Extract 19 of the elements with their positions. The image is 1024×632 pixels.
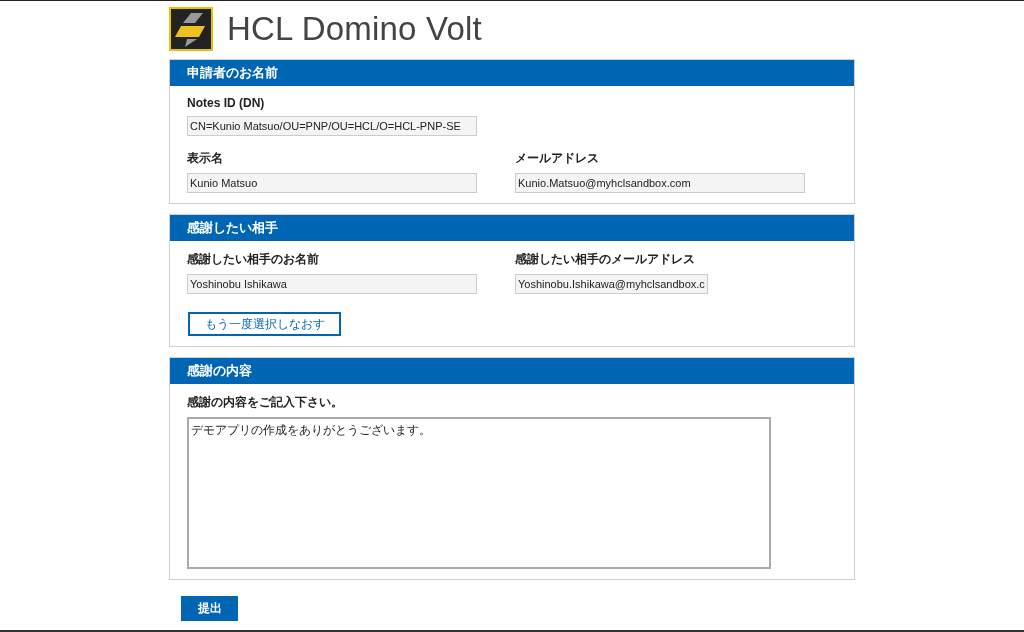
- field-label: 感謝したい相手のお名前: [187, 251, 320, 268]
- field-label: メールアドレス: [515, 150, 600, 167]
- text-field[interactable]: CN=Kunio Matsuo/OU=PNP/OU=HCL/O=HCL-PNP-SE: [187, 116, 477, 136]
- section-title: 申請者のお名前: [170, 60, 854, 86]
- field-label: 感謝したい相手のメールアドレス: [515, 251, 696, 268]
- logo-icon: [169, 7, 213, 51]
- text-field[interactable]: Kunio Matsuo: [187, 173, 477, 193]
- app-title: HCL Domino Volt: [227, 10, 482, 48]
- field-label: Notes ID (DN): [187, 96, 266, 110]
- text-field[interactable]: Kunio.Matsuo@myhclsandbox.com: [515, 173, 805, 193]
- text-field[interactable]: Yoshinobu.Ishikawa@myhclsandbox.c: [515, 274, 708, 294]
- submit-button[interactable]: 提出: [181, 596, 238, 621]
- section-title: 感謝したい相手: [170, 215, 854, 241]
- text-field[interactable]: Yoshinobu Ishikawa: [187, 274, 477, 294]
- section-title: 感謝の内容: [170, 358, 854, 384]
- text-area[interactable]: デモアプリの作成をありがとうございます。: [187, 417, 771, 569]
- reselect-button[interactable]: もう一度選択しなおす: [188, 312, 341, 336]
- field-label: 感謝の内容をご記入下さい。: [187, 394, 344, 411]
- field-label: 表示名: [187, 150, 224, 167]
